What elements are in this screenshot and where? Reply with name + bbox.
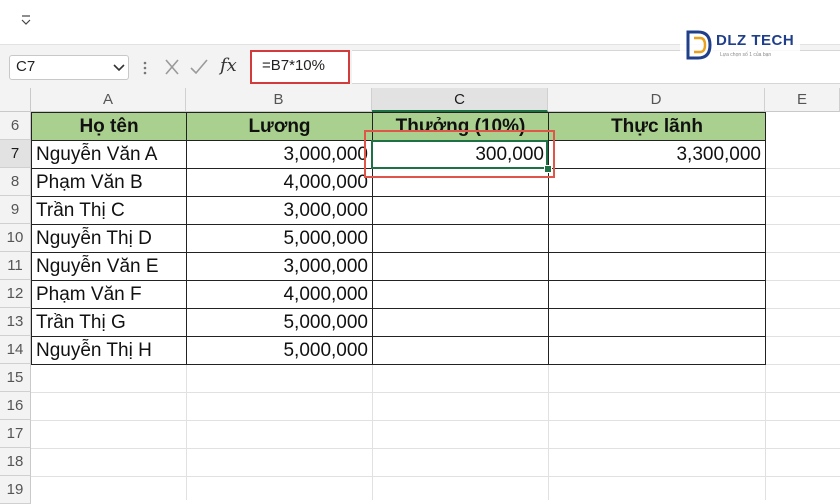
- gridline: [765, 252, 840, 253]
- table-row: Trần Thị C 3,000,000: [31, 196, 766, 225]
- cell-bonus[interactable]: [372, 280, 549, 309]
- header-cell-net[interactable]: Thực lãnh: [548, 112, 766, 141]
- enter-check-icon[interactable]: [189, 57, 209, 77]
- select-all-corner[interactable]: [0, 88, 31, 112]
- cell-name[interactable]: Nguyễn Thị D: [31, 224, 187, 253]
- cell-bonus[interactable]: [372, 308, 549, 337]
- cell-salary[interactable]: 3,000,000: [186, 196, 373, 225]
- vertical-dots-icon[interactable]: [142, 59, 148, 77]
- chevron-down-icon[interactable]: [110, 55, 128, 80]
- column-header-b[interactable]: B: [186, 88, 372, 112]
- header-cell-salary[interactable]: Lương: [186, 112, 373, 141]
- gridline: [31, 476, 840, 477]
- table-row: Nguyễn Thị D 5,000,000: [31, 224, 766, 253]
- gridline: [31, 420, 840, 421]
- gridline: [765, 280, 840, 281]
- insert-function-icon[interactable]: fx: [220, 55, 237, 76]
- row-header-15[interactable]: 15: [0, 364, 31, 392]
- cell-name[interactable]: Phạm Văn B: [31, 168, 187, 197]
- cell-bonus[interactable]: [372, 336, 549, 365]
- row-header-8[interactable]: 8: [0, 168, 31, 196]
- row-header-17[interactable]: 17: [0, 420, 31, 448]
- gridline: [31, 392, 840, 393]
- row-header-10[interactable]: 10: [0, 224, 31, 252]
- cell-bonus[interactable]: [372, 196, 549, 225]
- cell-name[interactable]: Nguyễn Văn E: [31, 252, 187, 281]
- cell-salary[interactable]: 4,000,000: [186, 168, 373, 197]
- cell-salary[interactable]: 4,000,000: [186, 280, 373, 309]
- column-header-d[interactable]: D: [548, 88, 765, 112]
- cell-bonus[interactable]: [372, 224, 549, 253]
- cell-salary[interactable]: 5,000,000: [186, 224, 373, 253]
- table-row: Nguyễn Văn E 3,000,000: [31, 252, 766, 281]
- gridline: [765, 308, 840, 309]
- cell-salary[interactable]: 3,000,000: [186, 140, 373, 169]
- column-header-e[interactable]: E: [765, 88, 840, 112]
- row-header-7[interactable]: 7: [0, 140, 31, 168]
- cell-name[interactable]: Trần Thị G: [31, 308, 187, 337]
- table-row: Nguyễn Thị H 5,000,000: [31, 336, 766, 365]
- gridline: [765, 196, 840, 197]
- column-header-a[interactable]: A: [31, 88, 186, 112]
- cell-net[interactable]: [548, 196, 766, 225]
- highlight-box: [364, 130, 555, 178]
- formula-text: =B7*10%: [262, 57, 325, 74]
- cell-net[interactable]: [548, 336, 766, 365]
- cell-net[interactable]: 3,300,000: [548, 140, 766, 169]
- cell-name[interactable]: Nguyễn Văn A: [31, 140, 187, 169]
- table-row: Trần Thị G 5,000,000: [31, 308, 766, 337]
- cell-net[interactable]: [548, 168, 766, 197]
- gridline: [765, 168, 840, 169]
- cell-salary[interactable]: 5,000,000: [186, 336, 373, 365]
- row-header-11[interactable]: 11: [0, 252, 31, 280]
- cell-bonus[interactable]: [372, 252, 549, 281]
- gridline: [765, 224, 840, 225]
- gridline: [31, 448, 840, 449]
- row-header-18[interactable]: 18: [0, 448, 31, 476]
- cancel-icon[interactable]: [163, 57, 181, 77]
- row-header-14[interactable]: 14: [0, 336, 31, 364]
- table-row: Phạm Văn F 4,000,000: [31, 280, 766, 309]
- cell-salary[interactable]: 5,000,000: [186, 308, 373, 337]
- row-header-12[interactable]: 12: [0, 280, 31, 308]
- cell-net[interactable]: [548, 280, 766, 309]
- row-header-13[interactable]: 13: [0, 308, 31, 336]
- logo-tagline: Lựa chọn số 1 của bạn: [720, 52, 772, 58]
- name-box-value: C7: [16, 58, 36, 75]
- row-header-16[interactable]: 16: [0, 392, 31, 420]
- row-header-6[interactable]: 6: [0, 112, 31, 140]
- cell-net[interactable]: [548, 224, 766, 253]
- logo-brand: DLZ TECH: [716, 32, 795, 49]
- cell-name[interactable]: Nguyễn Thị H: [31, 336, 187, 365]
- gridline: [765, 336, 840, 337]
- row-header-9[interactable]: 9: [0, 196, 31, 224]
- cell-name[interactable]: Phạm Văn F: [31, 280, 187, 309]
- cell-net[interactable]: [548, 252, 766, 281]
- customize-toolbar-icon[interactable]: [18, 10, 34, 30]
- cell-name[interactable]: Trần Thị C: [31, 196, 187, 225]
- cell-net[interactable]: [548, 308, 766, 337]
- column-header-c[interactable]: C: [372, 88, 548, 112]
- cell-salary[interactable]: 3,000,000: [186, 252, 373, 281]
- header-cell-name[interactable]: Họ tên: [31, 112, 187, 141]
